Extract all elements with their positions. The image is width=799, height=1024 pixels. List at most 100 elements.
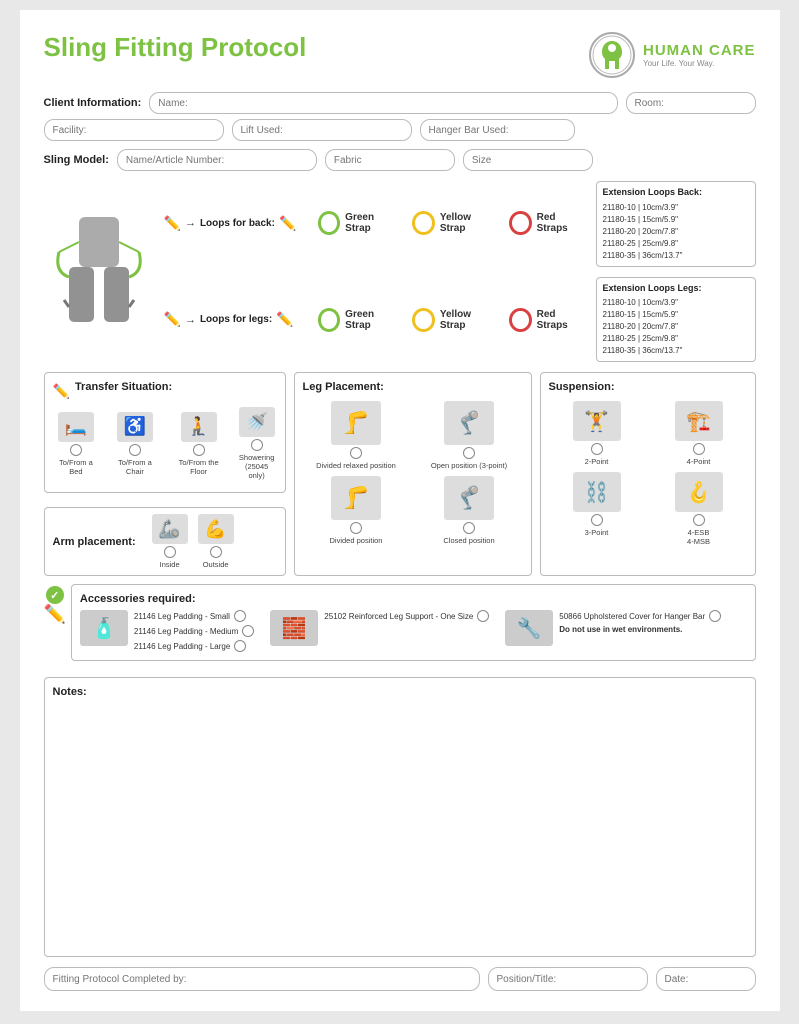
leg-divided[interactable]: 🦵 Divided position [303, 476, 410, 545]
logo-icon [589, 32, 635, 78]
leg-divided-radio[interactable] [350, 522, 362, 534]
name-input[interactable] [149, 92, 617, 114]
transfer-bed-label: To/From a Bed [53, 458, 100, 476]
article-input[interactable] [117, 149, 317, 171]
green-strap-back[interactable]: Green Strap [318, 211, 399, 235]
yellow-circle-back [412, 211, 435, 235]
leg-placement-title: Leg Placement: [303, 381, 523, 393]
susp-4esb[interactable]: 🪝 4-ESB4-MSB [651, 472, 747, 546]
susp-4point[interactable]: 🏗️ 4-Point [651, 401, 747, 466]
acc-leg-padding-small-radio[interactable] [234, 610, 246, 622]
notes-label: Notes: [53, 686, 747, 698]
acc-leg-support-radio[interactable] [477, 610, 489, 622]
acc-wet-warning-label: Do not use in wet environments. [559, 625, 682, 634]
arm-outside[interactable]: 💪 Outside [198, 514, 234, 569]
leg-divided-label: Divided position [330, 536, 383, 545]
transfer-floor-radio[interactable] [193, 444, 205, 456]
acc-leg-padding-large-radio[interactable] [234, 640, 246, 652]
leg-divided-relaxed[interactable]: 🦵 Divided relaxed position [303, 401, 410, 470]
logo-care-word: CARE [709, 42, 756, 59]
position-input[interactable] [488, 967, 648, 991]
red-circle-legs [509, 308, 532, 332]
arm-inside-radio[interactable] [164, 546, 176, 558]
susp-3point[interactable]: ⛓️ 3-Point [549, 472, 645, 546]
transfer-floor[interactable]: 🧎 To/From the Floor [170, 412, 226, 476]
ext-back-item-0: 21180-10 | 10cm/3.9" [603, 202, 749, 214]
transfer-bed[interactable]: 🛏️ To/From a Bed [53, 412, 100, 476]
transfer-chair[interactable]: ♿ To/From a Chair [109, 412, 160, 476]
acc-wet-warning: Do not use in wet environments. [559, 625, 721, 634]
leg-open[interactable]: 🦿 Open position (3-point) [416, 401, 523, 470]
green-strap-legs[interactable]: Green Strap [318, 308, 399, 332]
transfer-shower-label: Showering(25045 only) [237, 453, 277, 480]
strap-rows: ✏️ → Loops for back: ✏️ Green Strap Yell… [164, 181, 586, 362]
leg-padding-image: 🧴 [80, 610, 128, 646]
notes-textarea[interactable] [53, 706, 747, 936]
arm-outside-radio[interactable] [210, 546, 222, 558]
completed-by-input[interactable] [44, 967, 480, 991]
acc-leg-padding-medium-label: 21146 Leg Padding - Medium [134, 627, 238, 636]
susp-3point-radio[interactable] [591, 514, 603, 526]
extension-loops-area: Extension Loops Back: 21180-10 | 10cm/3.… [596, 181, 756, 362]
acc-group-1: 21146 Leg Padding - Small 21146 Leg Padd… [134, 610, 254, 652]
ext-back-title: Extension Loops Back: [603, 186, 749, 200]
susp-4esb-radio[interactable] [693, 514, 705, 526]
green-strap-back-label: Green Strap [345, 212, 398, 234]
yellow-strap-legs[interactable]: Yellow Strap [412, 308, 495, 332]
hanger-input[interactable] [420, 119, 575, 141]
red-strap-back[interactable]: Red Straps [509, 211, 586, 235]
logo-brand: HUMAN CARE [643, 42, 756, 59]
susp-2point-label: 2-Point [585, 457, 609, 466]
leg-closed-radio[interactable] [463, 522, 475, 534]
leg-open-radio[interactable] [463, 447, 475, 459]
sling-model-row: Sling Model: [44, 149, 756, 171]
ext-back-item-1: 21180-15 | 15cm/5.9" [603, 214, 749, 226]
sling-model-label: Sling Model: [44, 154, 109, 166]
leg-options: 🦵 Divided relaxed position 🦿 Open positi… [303, 401, 523, 545]
sling-image [44, 181, 154, 362]
transfer-options: 🛏️ To/From a Bed ♿ To/From a Chair 🧎 To/… [53, 407, 277, 480]
acc-hanger-cover[interactable]: 50866 Upholstered Cover for Hanger Bar [559, 610, 721, 622]
susp-2point-radio[interactable] [591, 443, 603, 455]
red-strap-back-label: Red Straps [537, 212, 586, 234]
susp-2point[interactable]: 🏋️ 2-Point [549, 401, 645, 466]
acc-leg-padding-large[interactable]: 21146 Leg Padding - Large [134, 640, 254, 652]
leg-divided-relaxed-radio[interactable] [350, 447, 362, 459]
susp-4point-label: 4-Point [687, 457, 711, 466]
ext-back-item-3: 21180-25 | 25cm/9.8" [603, 238, 749, 250]
facility-input[interactable] [44, 119, 224, 141]
red-strap-legs[interactable]: Red Straps [509, 308, 586, 332]
acc-hanger-cover-label: 50866 Upholstered Cover for Hanger Bar [559, 612, 705, 621]
susp-4point-icon: 🏗️ [675, 401, 723, 441]
lift-input[interactable] [232, 119, 412, 141]
acc-hanger-cover-radio[interactable] [709, 610, 721, 622]
acc-leg-padding-medium[interactable]: 21146 Leg Padding - Medium [134, 625, 254, 637]
sections-row: ✏️ Transfer Situation: 🛏️ To/From a Bed … [44, 372, 756, 576]
yellow-strap-back[interactable]: Yellow Strap [412, 211, 495, 235]
green-strap-legs-label: Green Strap [345, 309, 398, 331]
transfer-floor-label: To/From the Floor [170, 458, 226, 476]
arm-placement-label: Arm placement: [53, 536, 136, 548]
leg-closed[interactable]: 🦿 Closed position [416, 476, 523, 545]
notes-section: Notes: [44, 677, 756, 957]
acc-leg-support[interactable]: 25102 Reinforced Leg Support - One Size [324, 610, 489, 622]
transfer-shower-radio[interactable] [251, 439, 263, 451]
transfer-shower[interactable]: 🚿 Showering(25045 only) [237, 407, 277, 480]
client-info-row2 [44, 119, 756, 141]
logo-human-word: HUMAN [643, 42, 709, 59]
client-info-label: Client Information: [44, 97, 142, 109]
susp-4point-radio[interactable] [693, 443, 705, 455]
acc-leg-padding-medium-radio[interactable] [242, 625, 254, 637]
date-input[interactable] [656, 967, 756, 991]
transfer-bed-radio[interactable] [70, 444, 82, 456]
logo-tagline: Your Life. Your Way. [643, 59, 756, 68]
arm-inside[interactable]: 🦾 Inside [152, 514, 188, 569]
size-input[interactable] [463, 149, 593, 171]
acc-leg-padding-small[interactable]: 21146 Leg Padding - Small [134, 610, 254, 622]
footer-row [44, 967, 756, 991]
accessories-check-icon: ✓ [46, 586, 64, 604]
room-input[interactable] [626, 92, 756, 114]
transfer-chair-radio[interactable] [129, 444, 141, 456]
fabric-input[interactable] [325, 149, 455, 171]
leg-open-label: Open position (3-point) [431, 461, 507, 470]
